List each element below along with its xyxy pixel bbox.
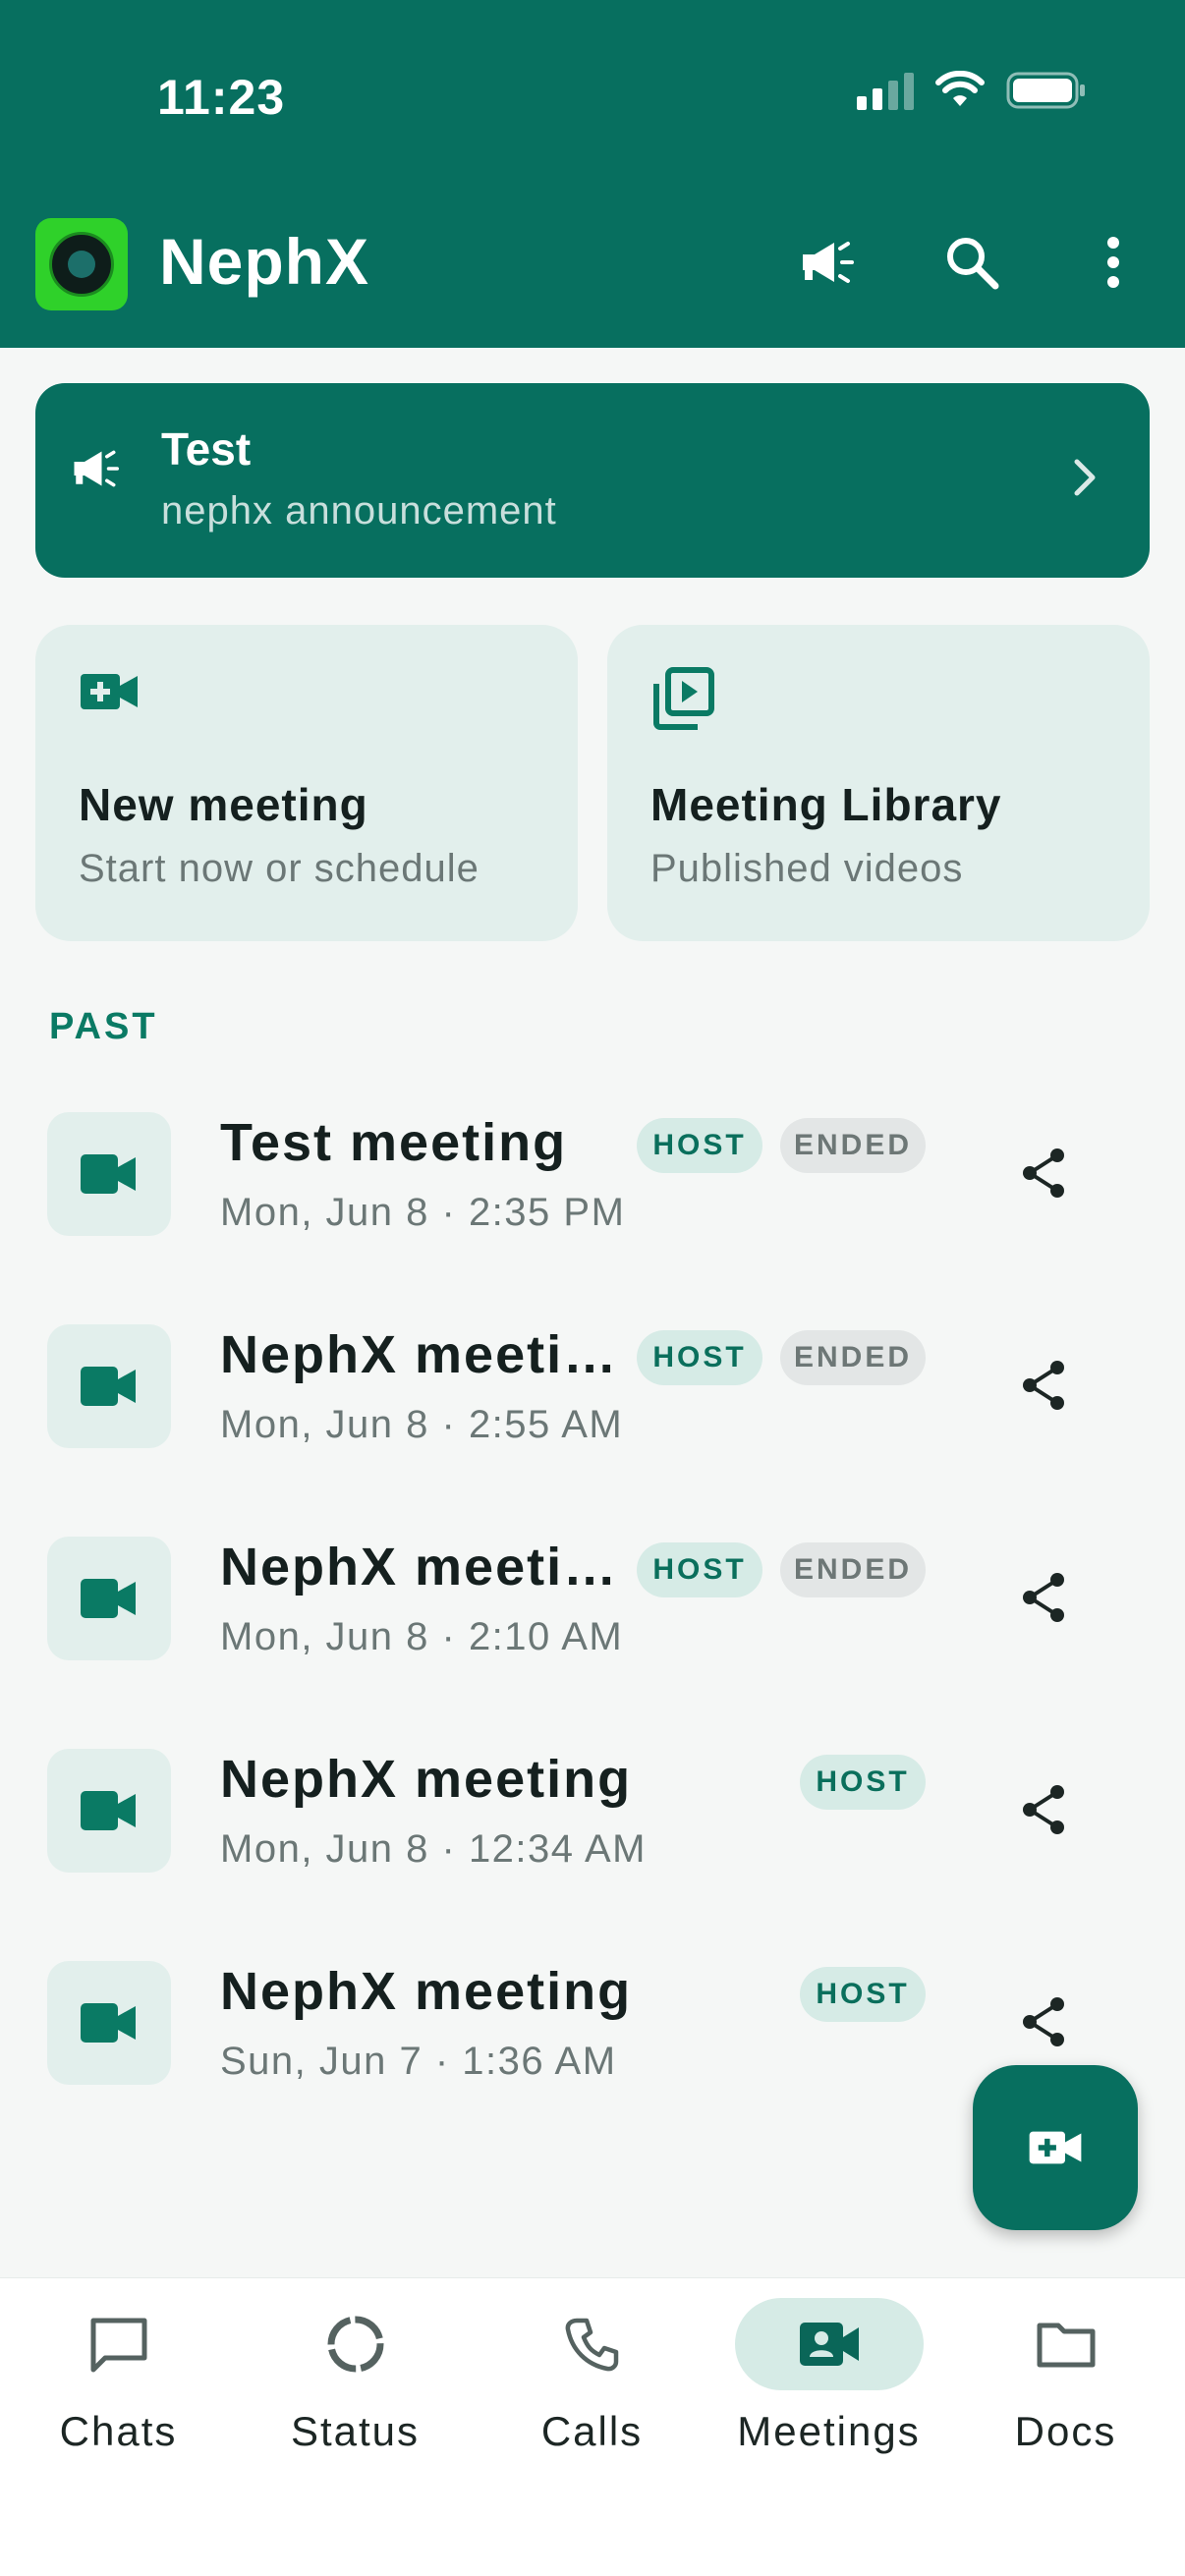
video-camera-icon: [47, 1961, 171, 2085]
nav-label: Meetings: [737, 2408, 921, 2454]
meeting-time: Mon, Jun 8 · 2:35 PM: [220, 1191, 626, 1234]
share-icon[interactable]: [1014, 1992, 1073, 2051]
meetings-icon: [799, 2323, 859, 2366]
status-icons: [857, 71, 1087, 110]
phone-icon: [565, 2318, 618, 2372]
video-camera-icon: [47, 1112, 171, 1236]
megaphone-icon: [74, 450, 119, 487]
meeting-title: NephX meeti…: [220, 1325, 619, 1384]
battery-icon: [1006, 72, 1085, 109]
share-icon[interactable]: [1014, 1780, 1073, 1839]
nav-label: Chats: [59, 2408, 178, 2454]
meeting-row[interactable]: Test meeting HOST ENDED Mon, Jun 8 · 2:3…: [0, 1112, 1185, 1269]
host-badge: HOST: [637, 1542, 762, 1597]
meeting-title: NephX meeting: [220, 1962, 633, 2021]
meeting-time: Mon, Jun 8 · 2:55 AM: [220, 1403, 624, 1446]
nav-calls[interactable]: Calls: [474, 2278, 710, 2494]
meeting-library-title: Meeting Library: [650, 779, 1002, 830]
meeting-time: Mon, Jun 8 · 2:10 AM: [220, 1615, 624, 1658]
host-badge: HOST: [637, 1118, 762, 1173]
nav-label: Docs: [1014, 2408, 1117, 2454]
app-logo: [35, 218, 128, 310]
announcement-subtitle: nephx announcement: [161, 489, 557, 532]
announcement-title: Test: [161, 423, 252, 475]
meeting-title: Test meeting: [220, 1113, 568, 1172]
host-badge: HOST: [800, 1967, 926, 2022]
chat-icon: [90, 2318, 146, 2373]
meeting-title: NephX meeting: [220, 1750, 633, 1809]
nav-meetings[interactable]: Meetings: [710, 2278, 947, 2494]
status-time: 11:23: [157, 70, 286, 125]
video-add-icon: [1029, 2131, 1082, 2164]
megaphone-icon[interactable]: [798, 230, 863, 295]
bottom-navigation: Chats Status Calls Meetings Docs: [0, 2277, 1185, 2576]
status-icon: [327, 2316, 383, 2373]
new-meeting-title: New meeting: [79, 779, 368, 830]
app-title: NephX: [159, 225, 370, 298]
signal-icon: [857, 71, 914, 110]
share-icon[interactable]: [1014, 1144, 1073, 1203]
share-icon[interactable]: [1014, 1356, 1073, 1415]
video-add-icon: [81, 674, 138, 709]
meeting-row[interactable]: NephX meeting HOST Mon, Jun 8 · 12:34 AM: [0, 1749, 1185, 1906]
nav-status[interactable]: Status: [237, 2278, 474, 2494]
meeting-row[interactable]: NephX meeti… HOST ENDED Mon, Jun 8 · 2:1…: [0, 1537, 1185, 1694]
nav-label: Status: [290, 2408, 421, 2454]
new-meeting-subtitle: Start now or schedule: [79, 847, 480, 890]
search-icon[interactable]: [939, 230, 1004, 295]
host-badge: HOST: [800, 1755, 926, 1810]
video-camera-icon: [47, 1749, 171, 1873]
ended-badge: ENDED: [780, 1542, 926, 1597]
video-camera-icon: [47, 1537, 171, 1660]
share-icon[interactable]: [1014, 1568, 1073, 1627]
host-badge: HOST: [637, 1330, 762, 1385]
new-meeting-card[interactable]: New meeting Start now or schedule: [35, 625, 578, 941]
meeting-title: NephX meeti…: [220, 1538, 619, 1596]
new-meeting-fab[interactable]: [973, 2065, 1138, 2230]
meeting-row[interactable]: NephX meeti… HOST ENDED Mon, Jun 8 · 2:5…: [0, 1324, 1185, 1482]
video-library-icon: [653, 667, 714, 730]
meeting-time: Mon, Jun 8 · 12:34 AM: [220, 1827, 647, 1871]
nav-docs[interactable]: Docs: [947, 2278, 1184, 2494]
section-label-past: PAST: [49, 1006, 158, 1047]
video-camera-icon: [47, 1324, 171, 1448]
chevron-right-icon: [1074, 459, 1096, 496]
nav-chats[interactable]: Chats: [0, 2278, 237, 2494]
meeting-time: Sun, Jun 7 · 1:36 AM: [220, 2040, 617, 2083]
wifi-icon: [935, 71, 985, 106]
meeting-library-card[interactable]: Meeting Library Published videos: [607, 625, 1150, 941]
meeting-library-subtitle: Published videos: [650, 847, 964, 890]
ended-badge: ENDED: [780, 1330, 926, 1385]
announcement-banner[interactable]: Test nephx announcement: [35, 383, 1150, 578]
ended-badge: ENDED: [780, 1118, 926, 1173]
nav-label: Calls: [540, 2408, 644, 2454]
app-header: 11:23 NephX: [0, 0, 1185, 348]
more-vert-icon[interactable]: [1081, 230, 1146, 295]
folder-icon: [1037, 2323, 1095, 2368]
